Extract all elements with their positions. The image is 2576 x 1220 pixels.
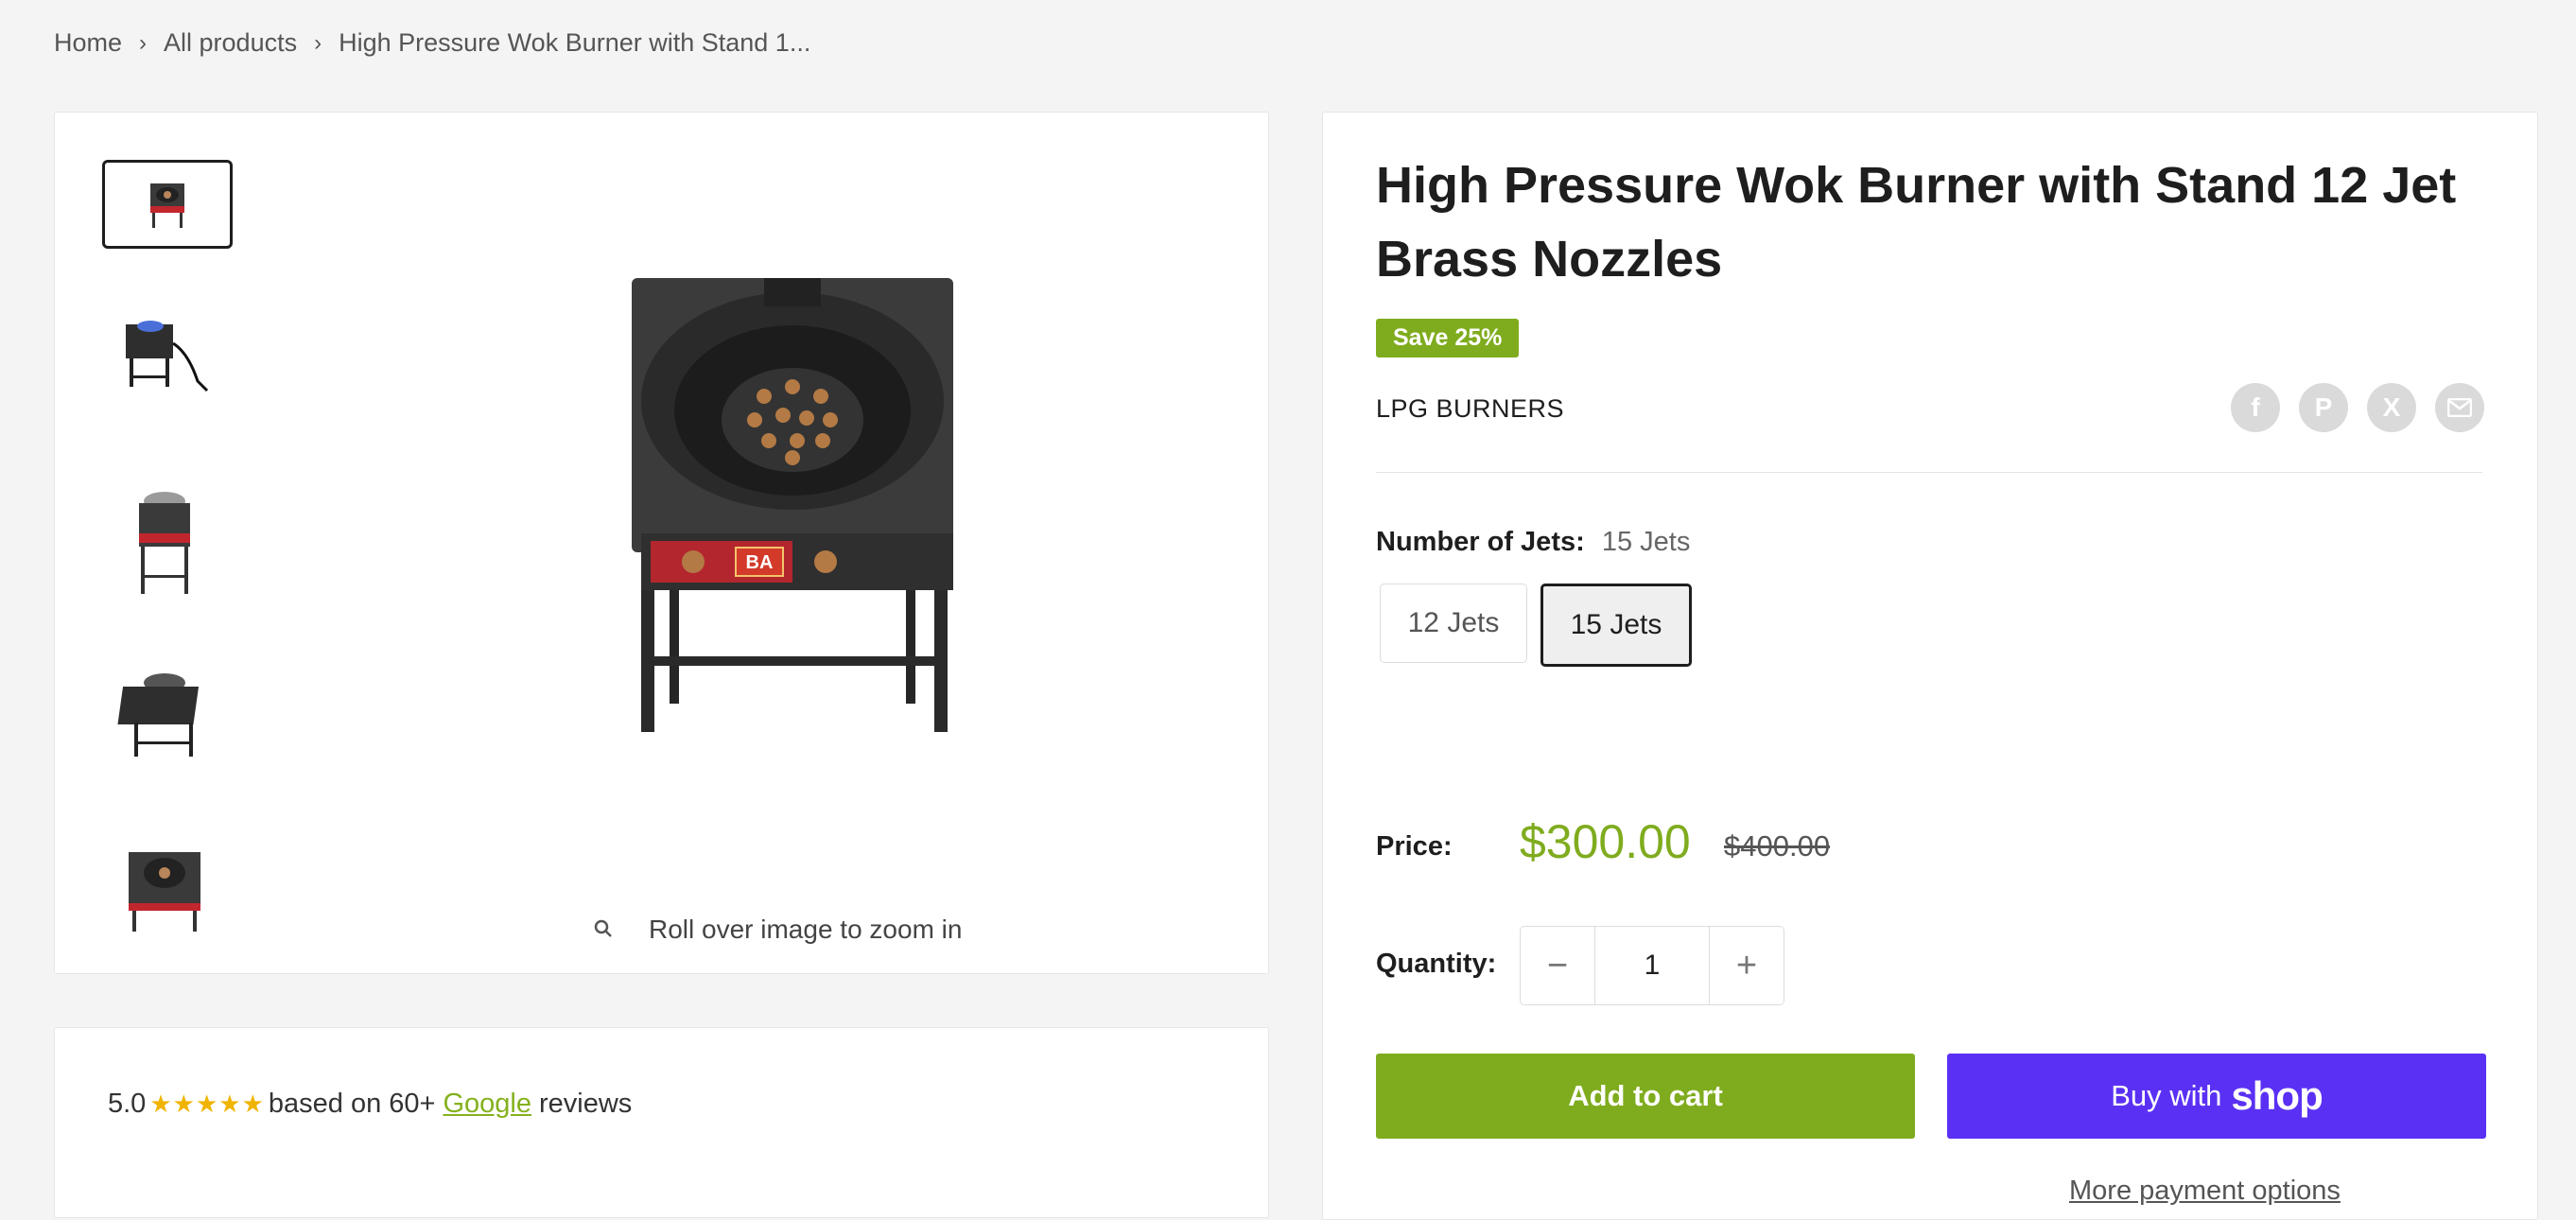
review-score: 5.0 bbox=[108, 1089, 147, 1119]
product-gallery: BA Roll over image to zoom in bbox=[54, 112, 1269, 974]
review-suffix: reviews bbox=[538, 1089, 633, 1119]
chevron-right-icon: › bbox=[314, 29, 322, 56]
shop-logo: shop bbox=[2231, 1073, 2323, 1118]
pinterest-icon[interactable]: P bbox=[2299, 383, 2348, 432]
reviews-summary-card: 5.0 ★★★★★ based on 60+ Google reviews bbox=[54, 1027, 1269, 1218]
plus-icon[interactable]: + bbox=[1710, 927, 1784, 1004]
thumbnail-image bbox=[117, 673, 200, 757]
breadcrumb-all-products[interactable]: All products bbox=[164, 28, 297, 58]
breadcrumb-home[interactable]: Home bbox=[54, 28, 122, 58]
review-prefix: based on 60+ bbox=[268, 1089, 436, 1119]
thumbnail-2[interactable] bbox=[102, 311, 227, 394]
thumbnail-image bbox=[150, 183, 184, 228]
more-payment-options-link[interactable]: More payment options bbox=[2069, 1176, 2341, 1207]
quantity-input[interactable]: 1 bbox=[1594, 927, 1710, 1004]
wok-burner-image: BA bbox=[632, 278, 953, 732]
divider bbox=[1376, 472, 2482, 473]
thumbnail-image bbox=[139, 492, 190, 594]
minus-icon[interactable]: − bbox=[1521, 927, 1594, 1004]
zoom-hint: Roll over image to zoom in bbox=[594, 915, 962, 945]
variant-15-jets[interactable]: 15 Jets bbox=[1540, 584, 1692, 667]
thumbnail-1[interactable] bbox=[102, 160, 233, 249]
vendor-link[interactable]: LPG BURNERS bbox=[1376, 394, 1564, 424]
facebook-icon[interactable]: f bbox=[2231, 383, 2280, 432]
thumbnail-image bbox=[126, 321, 209, 392]
email-icon[interactable] bbox=[2435, 383, 2484, 432]
save-badge: Save 25% bbox=[1376, 319, 1520, 357]
price-label: Price: bbox=[1376, 831, 1453, 862]
thumbnail-image bbox=[129, 852, 200, 932]
chevron-right-icon: › bbox=[139, 29, 148, 56]
product-info: High Pressure Wok Burner with Stand 12 J… bbox=[1322, 112, 2538, 1220]
option-label: Number of Jets: 15 Jets bbox=[1376, 527, 1690, 558]
thumbnail-3[interactable] bbox=[102, 492, 227, 594]
buy-with-label: Buy with bbox=[2111, 1079, 2222, 1112]
thumbnail-5[interactable] bbox=[102, 845, 227, 932]
google-reviews-link[interactable]: Google bbox=[443, 1089, 531, 1120]
variant-12-jets[interactable]: 12 Jets bbox=[1380, 584, 1527, 663]
magnifier-icon bbox=[594, 915, 613, 945]
quantity-label: Quantity: bbox=[1376, 949, 1497, 979]
breadcrumb-current: High Pressure Wok Burner with Stand 1... bbox=[339, 28, 811, 57]
sale-price: $300.00 bbox=[1520, 815, 1691, 868]
reviews-summary: 5.0 ★★★★★ based on 60+ Google reviews bbox=[108, 1089, 632, 1120]
breadcrumb: Home › All products › High Pressure Wok … bbox=[54, 28, 810, 58]
buy-with-shop-button[interactable]: Buy with shop bbox=[1947, 1054, 2486, 1139]
zoom-hint-text: Roll over image to zoom in bbox=[649, 915, 963, 944]
product-title: High Pressure Wok Burner with Stand 12 J… bbox=[1376, 157, 2457, 288]
quantity-stepper: − 1 + bbox=[1520, 926, 1784, 1005]
main-product-image[interactable]: BA bbox=[603, 278, 1010, 808]
compare-at-price: $400.00 bbox=[1724, 829, 1831, 863]
burner-brand-label: BA bbox=[746, 552, 774, 573]
option-name: Number of Jets: bbox=[1376, 527, 1585, 557]
share-buttons: f P X bbox=[2231, 383, 2484, 432]
x-icon[interactable]: X bbox=[2367, 383, 2416, 432]
option-selected-value: 15 Jets bbox=[1601, 527, 1691, 557]
thumbnail-4[interactable] bbox=[102, 671, 227, 757]
add-to-cart-button[interactable]: Add to cart bbox=[1376, 1054, 1915, 1139]
star-rating-icon: ★★★★★ bbox=[149, 1089, 265, 1118]
